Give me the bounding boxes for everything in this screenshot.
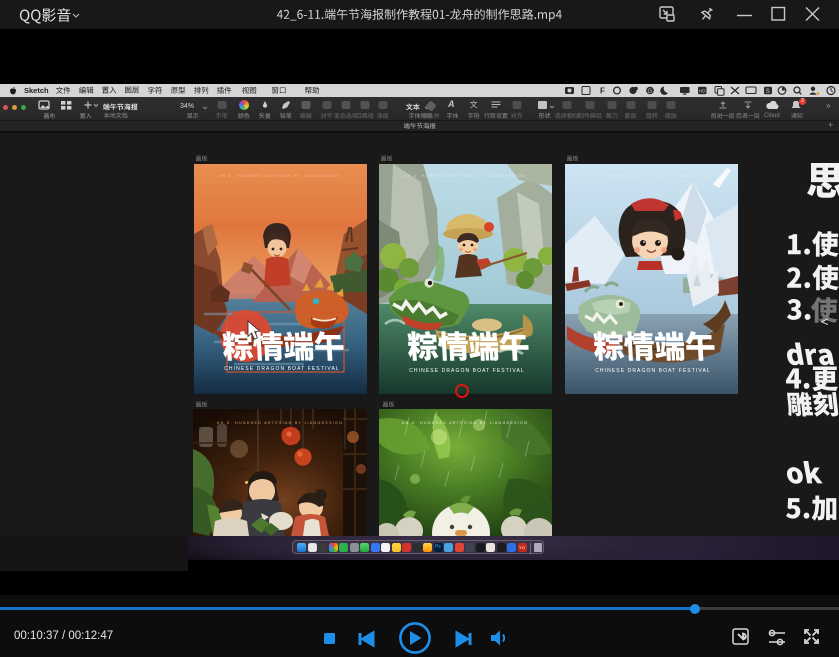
svg-text:AN S. HUNDRED ARTESIAN BY JIAN: AN S. HUNDRED ARTESIAN BY JIANGDESIGN <box>402 421 528 425</box>
svg-text:S: S <box>766 89 770 95</box>
svg-text:CHINESE DRAGON BOAT FESTIVAL: CHINESE DRAGON BOAT FESTIVAL <box>409 368 525 374</box>
svg-text:F: F <box>600 87 605 96</box>
svg-text:AN S. HUNDRED ARTESIAN BY JIAN: AN S. HUNDRED ARTESIAN BY JIANGDESIGN <box>219 174 341 178</box>
svg-text:AN S. HUNDRED ARTESIAN BY JIAN: AN S. HUNDRED ARTESIAN BY JIANGDESIGN <box>404 174 526 178</box>
svg-text:HD: HD <box>699 89 706 94</box>
svg-text:AN S. HUNDRED ARTESIAN BY JIAN: AN S. HUNDRED ARTESIAN BY JIANGDESIGN <box>217 421 343 425</box>
svg-text:AN S. HUNDRED ARTESIAN BY JIAN: AN S. HUNDRED ARTESIAN BY JIANGDESIGN <box>590 174 712 178</box>
svg-text:G: G <box>648 89 653 95</box>
svg-text:CHINESE DRAGON BOAT FESTIVAL: CHINESE DRAGON BOAT FESTIVAL <box>224 366 340 372</box>
svg-text:CHINESE DRAGON BOAT FESTIVAL: CHINESE DRAGON BOAT FESTIVAL <box>595 368 711 374</box>
